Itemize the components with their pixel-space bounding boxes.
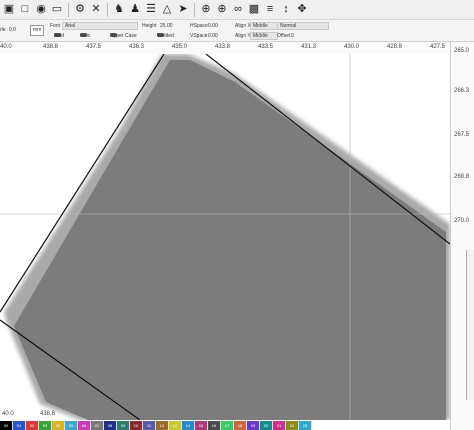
ruler-tick-label: 437.5 bbox=[86, 44, 102, 50]
font-label: Font bbox=[50, 23, 61, 29]
ruler-tick-label: 433.8 bbox=[215, 44, 231, 50]
angle-value[interactable]: 0.0 bbox=[9, 27, 16, 33]
ruler-tick-label: 40.0 bbox=[0, 44, 12, 50]
color-swatch[interactable]: 03 bbox=[39, 421, 52, 430]
color-swatch[interactable]: 19 bbox=[247, 421, 260, 430]
text-properties-bar: rle 0.0 mm Font Arial Bold Italic Upper … bbox=[0, 20, 474, 42]
warning-icon[interactable]: △ bbox=[160, 3, 174, 17]
toolbar-separator bbox=[194, 2, 195, 17]
color-swatch[interactable]: 01 bbox=[13, 421, 26, 430]
user-icon[interactable]: ♟ bbox=[128, 3, 142, 17]
bottom-ruler-label: 438.8 bbox=[40, 411, 56, 417]
vspace-label: VSpace bbox=[190, 33, 208, 39]
align-y-label: Align Y bbox=[235, 33, 251, 39]
ruler-tick-label: 430.0 bbox=[344, 44, 360, 50]
unit-toggle-button[interactable]: mm bbox=[30, 25, 45, 36]
zoomed-shape-view bbox=[0, 54, 450, 420]
color-swatch[interactable]: 05 bbox=[65, 421, 78, 430]
color-swatch[interactable]: 20 bbox=[260, 421, 273, 430]
angle-label: rle bbox=[0, 27, 6, 33]
color-swatch[interactable]: 21 bbox=[273, 421, 286, 430]
ruler-tick-label: 266.3 bbox=[454, 88, 470, 94]
toolbar-separator bbox=[107, 2, 108, 17]
layer-color-palette: 00 01 02 03 04 05 06 07 08 09 10 11 12 13 14 15 16 17 18 19… bbox=[0, 421, 474, 430]
color-swatch[interactable]: 08 bbox=[104, 421, 117, 430]
color-swatch[interactable]: 02 bbox=[26, 421, 39, 430]
color-swatch[interactable]: 07 bbox=[91, 421, 104, 430]
ruler-tick-label: 270.0 bbox=[454, 218, 470, 224]
link-icon[interactable]: ∞ bbox=[231, 3, 245, 17]
hspace-value[interactable]: 0.00 bbox=[208, 23, 218, 29]
mode-select[interactable]: Normal bbox=[277, 22, 329, 30]
folder-icon[interactable]: ▣ bbox=[2, 3, 16, 17]
color-swatch[interactable]: 14 bbox=[182, 421, 195, 430]
ruler-tick-label: 433.5 bbox=[258, 44, 274, 50]
position-icon[interactable]: ⊕ bbox=[215, 3, 229, 17]
ruler-tick-label: 427.5 bbox=[430, 44, 446, 50]
hspace-label: HSpace bbox=[190, 23, 208, 29]
settings-icon[interactable]: ⚙ bbox=[73, 3, 87, 17]
height-label: Height bbox=[142, 23, 157, 29]
ruler-tick-label: 438.8 bbox=[43, 44, 59, 50]
color-swatch[interactable]: 18 bbox=[234, 421, 247, 430]
offset-value[interactable]: 0 bbox=[291, 33, 294, 39]
add-icon[interactable]: ⊕ bbox=[199, 3, 213, 17]
bottom-ruler-label: 40.0 bbox=[2, 411, 14, 417]
selected-shape[interactable] bbox=[14, 60, 446, 420]
color-swatch[interactable]: 12 bbox=[156, 421, 169, 430]
side-panel[interactable] bbox=[466, 250, 474, 400]
ruler-tick-label: 436.3 bbox=[129, 44, 145, 50]
color-swatch[interactable]: 10 bbox=[130, 421, 143, 430]
color-swatch[interactable]: 06 bbox=[78, 421, 91, 430]
height-value[interactable]: 25.00 bbox=[160, 23, 173, 29]
color-swatch[interactable]: 00 bbox=[0, 421, 13, 430]
move-icon[interactable]: ✥ bbox=[295, 3, 309, 17]
ruler-tick-label: 435.0 bbox=[172, 44, 188, 50]
color-swatch[interactable]: 15 bbox=[195, 421, 208, 430]
select-icon[interactable]: □ bbox=[18, 3, 32, 17]
measure-icon[interactable]: ↕ bbox=[279, 3, 293, 17]
color-swatch[interactable]: 04 bbox=[52, 421, 65, 430]
color-swatch[interactable]: 09 bbox=[117, 421, 130, 430]
ruler-tick-label: 268.8 bbox=[454, 174, 470, 180]
color-swatch[interactable]: 11 bbox=[143, 421, 156, 430]
tools-icon[interactable]: ✕ bbox=[89, 3, 103, 17]
color-swatch[interactable]: 13 bbox=[169, 421, 182, 430]
toolbar-separator bbox=[68, 2, 69, 17]
vspace-value[interactable]: 0.00 bbox=[208, 33, 218, 39]
camera-icon[interactable]: ◉ bbox=[34, 3, 48, 17]
color-swatch[interactable]: 22 bbox=[286, 421, 299, 430]
main-toolbar: ▣ □ ◉ ▭ ⚙ ✕ ♞ ♟ ☰ △ ➤ ⊕ ⊕ ∞ ▩ ≡ ↕ ✥ bbox=[0, 0, 474, 20]
color-swatch[interactable]: 17 bbox=[221, 421, 234, 430]
color-swatch[interactable]: 16 bbox=[208, 421, 221, 430]
ruler-tick-label: 265.0 bbox=[454, 48, 470, 54]
align-y-select[interactable]: Middle bbox=[250, 32, 278, 40]
align-x-label: Align X bbox=[235, 23, 251, 29]
ruler-tick-label: 428.8 bbox=[387, 44, 403, 50]
group-icon[interactable]: ▩ bbox=[247, 3, 261, 17]
users-icon[interactable]: ♞ bbox=[112, 3, 126, 17]
align-x-select[interactable]: Middle bbox=[250, 22, 278, 30]
workspace-canvas[interactable] bbox=[0, 54, 450, 420]
offset-label: Offset bbox=[277, 33, 291, 39]
monitor-icon[interactable]: ▭ bbox=[50, 3, 64, 17]
ruler-tick-label: 267.5 bbox=[454, 132, 470, 138]
color-swatch[interactable]: 23 bbox=[299, 421, 312, 430]
align-icon[interactable]: ☰ bbox=[144, 3, 158, 17]
send-icon[interactable]: ➤ bbox=[176, 3, 190, 17]
distribute-icon[interactable]: ≡ bbox=[263, 3, 277, 17]
font-select[interactable]: Arial bbox=[62, 22, 138, 30]
ruler-tick-label: 431.3 bbox=[301, 44, 317, 50]
